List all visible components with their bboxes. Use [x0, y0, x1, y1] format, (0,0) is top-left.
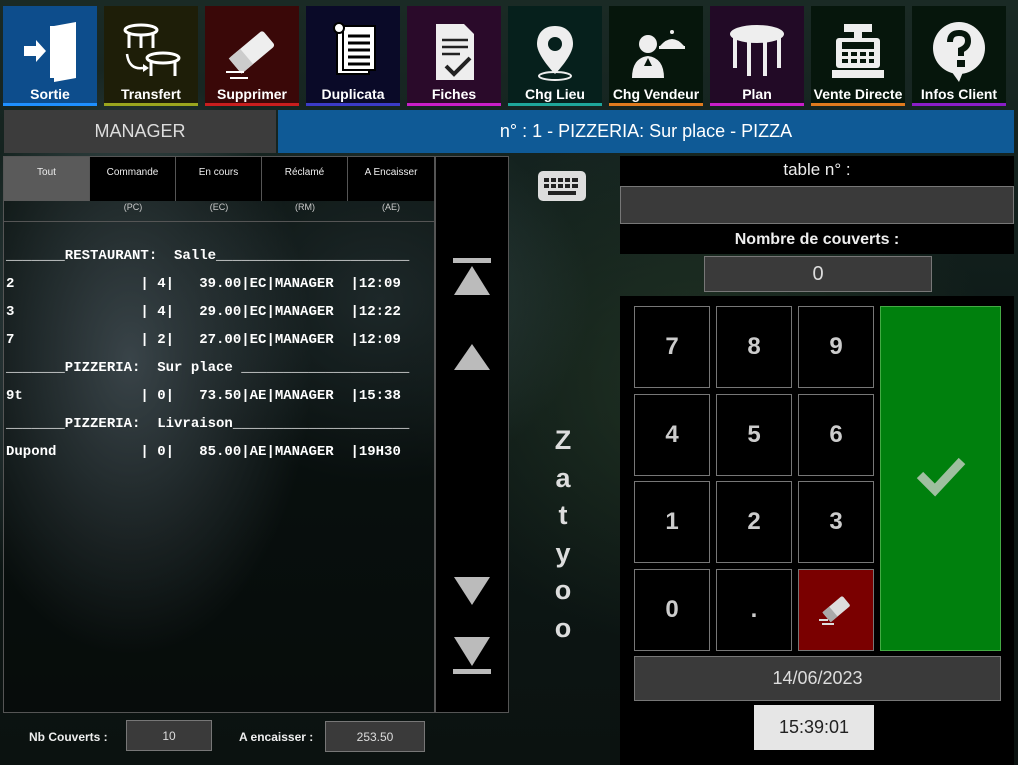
toolbar-button-vente-directe[interactable]: Vente Directe: [811, 6, 905, 106]
toolbar-button-supprimer[interactable]: Supprimer: [205, 6, 299, 106]
scroll-up-icon[interactable]: [452, 342, 492, 372]
toolbar-button-infos-client[interactable]: Infos Client: [912, 6, 1006, 106]
toolbar-button-label: Vente Directe: [813, 86, 903, 102]
toolbar-button-fiches[interactable]: Fiches: [407, 6, 501, 106]
covers-total-label: Nb Couverts :: [29, 730, 108, 744]
scroll-down-icon[interactable]: [452, 575, 492, 607]
toolbar-button-label: Duplicata: [321, 86, 385, 102]
toolbar-button-label: Plan: [742, 86, 772, 102]
key-decimal[interactable]: .: [716, 569, 792, 651]
order-list-panel: Tout Commande (PC) En cours (EC) Réclamé (RM) A…: [3, 156, 435, 713]
table-number-label: table n° :: [783, 160, 851, 179]
key-3[interactable]: 3: [798, 481, 874, 563]
tab-status-code: (PC): [123, 202, 143, 212]
covers-count-label: Nombre de couverts :: [734, 231, 900, 248]
key-1[interactable]: 1: [634, 481, 710, 563]
toolbar-button-underline: [205, 103, 299, 106]
tab-a-encaisser[interactable]: A Encaisser: [348, 157, 434, 201]
filter-tabs: Tout Commande (PC) En cours (EC) Réclamé (RM) A…: [4, 157, 434, 222]
date-display: 14/06/2023: [634, 656, 1001, 701]
eraser-icon: [819, 596, 850, 625]
validate-button[interactable]: [880, 306, 1001, 651]
key-5[interactable]: 5: [716, 394, 792, 476]
toolbar-button-label: Infos Client: [920, 86, 998, 102]
toolbar-button-label: Transfert: [121, 86, 181, 102]
to-collect-label: A encaisser :: [239, 730, 314, 744]
checkmark-icon: [916, 457, 966, 497]
clear-key[interactable]: [798, 569, 874, 651]
user-role: MANAGER: [4, 110, 276, 153]
toolbar-button-label: Fiches: [431, 86, 477, 102]
toolbar-button-label: Sortie: [30, 86, 70, 102]
toolbar-button-sortie[interactable]: Sortie: [3, 6, 97, 106]
clock-display: 15:39:01: [754, 705, 874, 750]
order-title: n° : 1 - PIZZERIA: Sur place - PIZZA: [278, 110, 1014, 153]
toolbar-button-underline: [3, 103, 97, 106]
key-6[interactable]: 6: [798, 394, 874, 476]
covers-total-value: 10: [126, 720, 212, 751]
table-number-input[interactable]: [620, 186, 1014, 224]
tab-tout[interactable]: Tout: [4, 157, 90, 201]
brand-logo: Zatyoo: [554, 425, 572, 643]
toolbar-button-underline: [508, 103, 602, 106]
toolbar-button-plan[interactable]: Plan: [710, 6, 804, 106]
toolbar-button-underline: [710, 103, 804, 106]
list-section-header: _______PIZZERIA: Livraison______________…: [6, 416, 410, 432]
toolbar-button-underline: [407, 103, 501, 106]
tab-commande[interactable]: Commande: [90, 157, 176, 201]
toolbar-button-chg-lieu[interactable]: Chg Lieu: [508, 6, 602, 106]
list-item[interactable]: 9t | 0| 73.50|AE|MANAGER |15:38: [6, 388, 401, 404]
keyboard-icon[interactable]: [537, 170, 587, 202]
tab-en-cours[interactable]: En cours: [176, 157, 262, 201]
key-2[interactable]: 2: [716, 481, 792, 563]
tab-status-code: (RM): [295, 202, 315, 212]
covers-count-input[interactable]: 0: [704, 256, 932, 292]
toolbar-button-underline: [609, 103, 703, 106]
toolbar-button-transfert[interactable]: Transfert: [104, 6, 198, 106]
list-item[interactable]: 3 | 4| 29.00|EC|MANAGER |12:22: [6, 304, 401, 320]
toolbar-button-duplicata[interactable]: Duplicata: [306, 6, 400, 106]
list-item[interactable]: 7 | 2| 27.00|EC|MANAGER |12:09: [6, 332, 401, 348]
key-0[interactable]: 0: [634, 569, 710, 651]
toolbar-button-underline: [912, 103, 1006, 106]
scroll-top-icon[interactable]: [452, 257, 492, 297]
toolbar-button-underline: [811, 103, 905, 106]
tab-réclamé[interactable]: Réclamé: [262, 157, 348, 201]
list-item[interactable]: Dupond | 0| 85.00|AE|MANAGER |19H30: [6, 444, 401, 460]
tab-status-code: (EC): [209, 202, 229, 212]
to-collect-value: 253.50: [325, 721, 425, 752]
toolbar-button-label: Chg Vendeur: [612, 86, 700, 102]
toolbar-button-label: Chg Lieu: [525, 86, 585, 102]
tab-status-code: (AE): [382, 202, 400, 212]
toolbar-button-underline: [104, 103, 198, 106]
key-4[interactable]: 4: [634, 394, 710, 476]
key-7[interactable]: 7: [634, 306, 710, 388]
list-item[interactable]: 2 | 4| 39.00|EC|MANAGER |12:09: [6, 276, 401, 292]
key-9[interactable]: 9: [798, 306, 874, 388]
key-8[interactable]: 8: [716, 306, 792, 388]
scroll-controls: [435, 156, 509, 713]
toolbar-button-chg-vendeur[interactable]: Chg Vendeur: [609, 6, 703, 106]
list-section-header: _______RESTAURANT: Salle________________…: [6, 248, 410, 264]
toolbar-button-label: Supprimer: [216, 86, 287, 102]
toolbar-button-underline: [306, 103, 400, 106]
scroll-bottom-icon[interactable]: [452, 635, 492, 675]
list-section-header: _______PIZZERIA: Sur place _____________…: [6, 360, 410, 376]
